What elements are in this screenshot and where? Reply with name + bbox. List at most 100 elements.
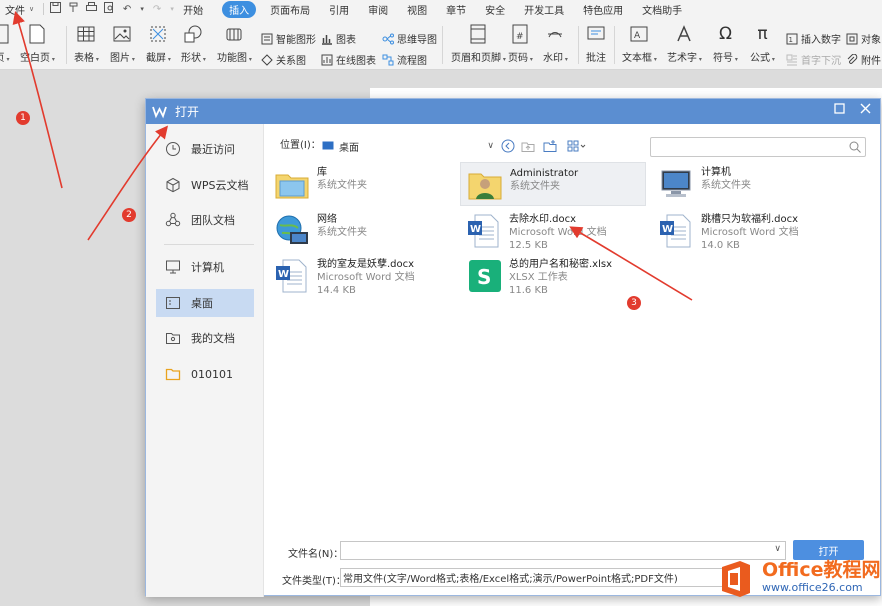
tab-developer[interactable]: 开发工具 bbox=[524, 2, 564, 17]
file-name: 我的室友是妖孽.docx bbox=[317, 259, 415, 270]
new-folder-icon[interactable] bbox=[542, 138, 558, 154]
chart-button[interactable]: 图表 bbox=[321, 31, 356, 46]
sidebar-item-label: 最近访问 bbox=[191, 143, 235, 156]
file-item-usernames-xlsx[interactable]: S 总的用户名和秘密.xlsx XLSX 工作表 11.6 KB bbox=[460, 254, 646, 298]
attachment-label: 附件 bbox=[861, 56, 881, 67]
divider bbox=[164, 244, 254, 245]
desktop-icon bbox=[164, 294, 182, 312]
back-icon[interactable] bbox=[500, 138, 516, 154]
formula-button[interactable]: π 公式 bbox=[750, 24, 775, 64]
sidebar-item-my-docs[interactable]: 我的文档 bbox=[156, 324, 254, 352]
tab-view[interactable]: 视图 bbox=[407, 2, 427, 17]
location-dropdown[interactable]: 桌面 ∨ bbox=[322, 137, 494, 155]
watermark-button[interactable]: 水印 bbox=[543, 24, 568, 64]
tab-page-layout[interactable]: 页面布局 bbox=[270, 2, 310, 17]
watermark-icon bbox=[545, 24, 565, 44]
xlsx-icon: S bbox=[469, 260, 501, 292]
page-cut-button[interactable]: 页 bbox=[0, 24, 12, 64]
textbox-button[interactable]: A 文本框 bbox=[622, 24, 657, 64]
relation-map-icon bbox=[261, 53, 273, 66]
maximize-icon[interactable] bbox=[834, 103, 845, 118]
tab-doc-assistant[interactable]: 文档助手 bbox=[642, 2, 682, 17]
shape-button[interactable]: 形状 bbox=[181, 24, 206, 64]
header-footer-label: 页眉和页脚 bbox=[451, 49, 506, 64]
sidebar-item-recent[interactable]: 最近访问 bbox=[156, 135, 254, 163]
chevron-down-icon[interactable]: ▾ bbox=[139, 5, 145, 13]
blank-page-button[interactable]: 空白页 bbox=[20, 24, 55, 64]
tab-review[interactable]: 审阅 bbox=[368, 2, 388, 17]
undo-icon[interactable]: ↶ bbox=[121, 4, 133, 15]
page-number-label: 页码 bbox=[508, 49, 533, 64]
save-icon[interactable] bbox=[49, 2, 61, 16]
sidebar-item-label: 010101 bbox=[191, 367, 233, 381]
smart-shape-button[interactable]: 智能图形 bbox=[261, 31, 316, 46]
attachment-button[interactable]: 附件 bbox=[846, 52, 881, 67]
file-item-network[interactable]: 网络 系统文件夹 bbox=[268, 209, 454, 253]
textbox-icon: A bbox=[629, 24, 649, 44]
tab-insert[interactable]: 插入 bbox=[222, 0, 257, 18]
sidebar-item-wps-cloud[interactable]: WPS云文档 bbox=[156, 171, 254, 199]
redo-icon[interactable]: ↷ bbox=[151, 4, 163, 15]
tab-special-apps[interactable]: 特色应用 bbox=[583, 2, 623, 17]
format-painter-icon[interactable] bbox=[67, 2, 79, 16]
file-type: 系统文件夹 bbox=[317, 227, 367, 238]
office-logo-icon bbox=[722, 561, 750, 597]
file-item-roommate-docx[interactable]: W 我的室友是妖孽.docx Microsoft Word 文档 14.4 KB bbox=[268, 254, 454, 298]
view-mode-icon[interactable] bbox=[566, 138, 588, 154]
divider bbox=[578, 26, 579, 64]
file-item-administrator[interactable]: Administrator 系统文件夹 bbox=[460, 162, 646, 206]
relation-map-button[interactable]: 关系图 bbox=[261, 52, 306, 67]
svg-text:W: W bbox=[662, 224, 673, 235]
drop-cap-button[interactable]: 首字下沉 bbox=[786, 52, 841, 67]
tab-references[interactable]: 引用 bbox=[329, 2, 349, 17]
search-input[interactable] bbox=[650, 137, 866, 157]
file-menu-button[interactable]: 文件 ∨ bbox=[0, 2, 38, 17]
header-footer-button[interactable]: 页眉和页脚 bbox=[451, 24, 506, 64]
page-number-button[interactable]: # 页码 bbox=[508, 24, 533, 64]
filetype-value: 常用文件(文字/Word格式;表格/Excel格式;演示/PowerPoint格… bbox=[343, 574, 678, 585]
tab-section[interactable]: 章节 bbox=[446, 2, 466, 17]
chevron-down-icon[interactable]: ▾ bbox=[169, 5, 175, 13]
page-cut-label: 页 bbox=[0, 49, 9, 64]
menu-tabs: 开始 插入 页面布局 引用 审阅 视图 章节 安全 开发工具 特色应用 文档助手 bbox=[183, 0, 701, 18]
sidebar-item-team-docs[interactable]: 团队文档 bbox=[156, 206, 254, 234]
sidebar-item-folder-010101[interactable]: 010101 bbox=[156, 360, 254, 388]
comment-button[interactable]: 批注 bbox=[586, 24, 606, 64]
file-item-computer[interactable]: 计算机 系统文件夹 bbox=[652, 162, 838, 206]
screenshot-button[interactable]: 截屏 bbox=[146, 24, 171, 64]
flowchart-button[interactable]: 流程图 bbox=[382, 52, 427, 67]
mind-map-label: 思维导图 bbox=[397, 35, 437, 46]
annotation-badge-3: 3 bbox=[627, 296, 641, 310]
file-item-library[interactable]: 库 系统文件夹 bbox=[268, 162, 454, 206]
object-button[interactable]: 对象 bbox=[846, 31, 881, 46]
sidebar-item-desktop[interactable]: 桌面 bbox=[156, 289, 254, 317]
table-label: 表格 bbox=[74, 49, 99, 64]
picture-icon bbox=[112, 24, 132, 44]
chevron-down-icon[interactable]: ∨ bbox=[774, 544, 781, 554]
print-preview-icon[interactable] bbox=[103, 2, 115, 16]
tab-security[interactable]: 安全 bbox=[485, 2, 505, 17]
table-button[interactable]: 表格 bbox=[74, 24, 99, 64]
wordart-icon bbox=[674, 24, 694, 44]
online-chart-button[interactable]: 在线图表 bbox=[321, 52, 376, 67]
header-footer-icon bbox=[468, 24, 488, 44]
relation-map-label: 关系图 bbox=[276, 56, 306, 67]
file-type: XLSX 工作表 bbox=[509, 272, 568, 283]
file-item-remove-watermark-docx[interactable]: W 去除水印.docx Microsoft Word 文档 12.5 KB bbox=[460, 209, 646, 253]
tab-home[interactable]: 开始 bbox=[183, 2, 203, 17]
sidebar-item-label: WPS云文档 bbox=[191, 179, 249, 192]
wordart-button[interactable]: 艺术字 bbox=[667, 24, 702, 64]
up-folder-icon[interactable] bbox=[520, 138, 536, 154]
filetype-select[interactable]: 常用文件(文字/Word格式;表格/Excel格式;演示/PowerPoint格… bbox=[340, 568, 735, 587]
function-chart-button[interactable]: 功能图 bbox=[217, 24, 252, 64]
insert-number-button[interactable]: 1 插入数字 bbox=[786, 31, 841, 46]
picture-button[interactable]: 图片 bbox=[110, 24, 135, 64]
symbol-button[interactable]: Ω 符号 bbox=[713, 24, 738, 64]
file-item-job-hopping-docx[interactable]: W 跳槽只为软福利.docx Microsoft Word 文档 14.0 KB bbox=[652, 209, 838, 253]
divider bbox=[43, 3, 45, 15]
close-icon[interactable] bbox=[860, 103, 871, 118]
sidebar-item-computer[interactable]: 计算机 bbox=[156, 253, 254, 281]
file-size: 11.6 KB bbox=[509, 285, 548, 296]
print-icon[interactable] bbox=[85, 2, 97, 16]
mind-map-button[interactable]: 思维导图 bbox=[382, 31, 437, 46]
